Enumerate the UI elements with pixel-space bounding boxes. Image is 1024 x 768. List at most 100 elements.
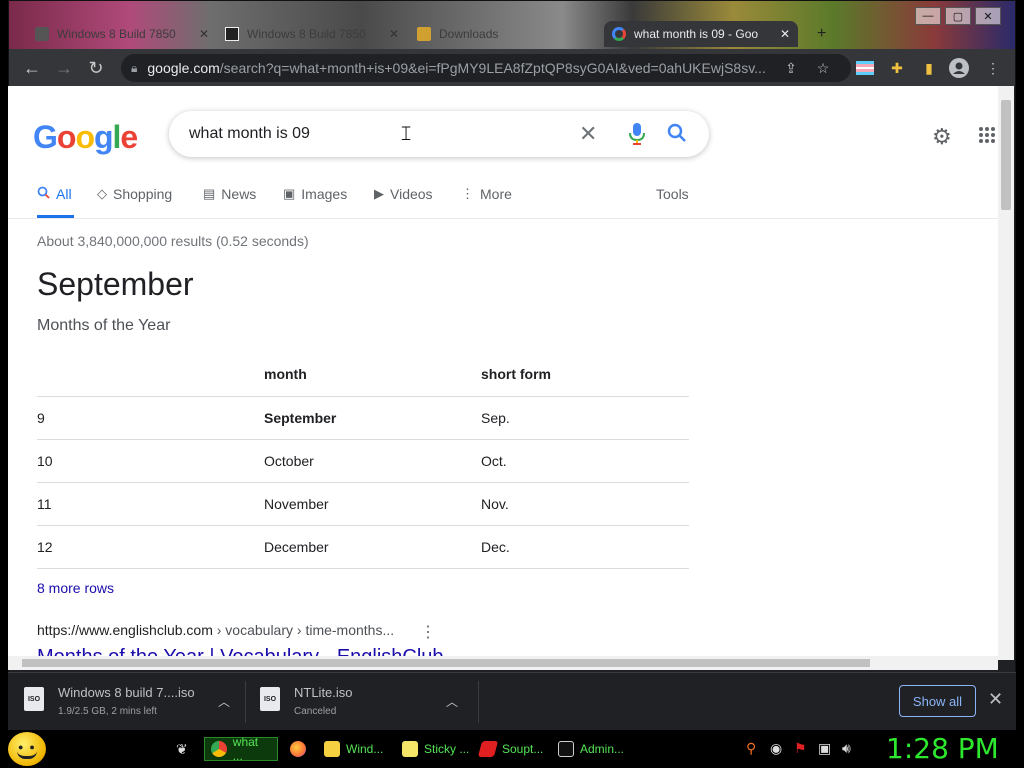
close-icon[interactable]: ✕ [988, 689, 1003, 710]
iso-file-icon: ISO [24, 687, 44, 711]
apps-grid-icon[interactable] [978, 126, 998, 146]
tab-images[interactable]: ▣ Images [283, 186, 347, 202]
image-icon: ▣ [283, 186, 296, 201]
tab-videos[interactable]: ▶︎ Videos [374, 186, 433, 202]
tab-google-search[interactable]: what month is 09 - Goo ✕ [604, 21, 798, 47]
network-icon[interactable]: ▣ [818, 740, 831, 757]
result-citation[interactable]: https://www.englishclub.com › vocabulary… [37, 622, 394, 638]
tab-more[interactable]: ⋮ More [461, 186, 512, 202]
volume-icon[interactable]: 🔊︎ [842, 740, 851, 757]
table-cell: Nov. [481, 481, 689, 525]
text-cursor-icon: 𝙸 [399, 123, 414, 145]
download-item[interactable]: ISO Windows 8 build 7....iso 1.9/2.5 GB,… [24, 681, 244, 721]
more-vert-icon[interactable]: ⋮ [420, 622, 436, 642]
logo-letter: o [75, 119, 95, 155]
table-header: short form [481, 365, 551, 382]
close-icon[interactable]: ✕ [780, 27, 790, 41]
chat-icon[interactable]: ◉ [770, 740, 782, 757]
vertical-scrollbar[interactable] [998, 86, 1014, 660]
divider [8, 218, 998, 219]
more-vert-icon: ⋮ [461, 186, 474, 201]
tab-news[interactable]: ▤ News [203, 186, 256, 202]
new-tab-button[interactable]: + [809, 21, 835, 47]
table-row: 11 November Nov. [37, 481, 689, 525]
taskbar-app-soupt[interactable]: Soupt... [477, 737, 543, 761]
table-cell: Oct. [481, 438, 689, 482]
profile-avatar-icon[interactable] [949, 58, 969, 78]
close-icon[interactable]: ✕ [199, 27, 209, 41]
puzzle-extension-icon[interactable]: ✚ [887, 58, 907, 78]
app-icon [477, 741, 499, 757]
action-center-flag-icon[interactable]: ⚑ [794, 740, 807, 757]
start-button-smiley-icon[interactable]: ●● [8, 732, 46, 766]
taskbar-app-sticky-notes[interactable]: Sticky ... [402, 737, 469, 761]
search-icon [37, 186, 50, 202]
tab-title: Windows 8 Build 7850 [57, 27, 176, 41]
download-item[interactable]: ISO NTLite.iso Canceled ︿ [260, 681, 475, 721]
more-rows-link[interactable]: 8 more rows [37, 580, 114, 596]
download-status: 1.9/2.5 GB, 2 mins left [58, 706, 157, 717]
search-input[interactable]: what month is 09 [189, 125, 310, 143]
minimize-button[interactable]: — [915, 7, 941, 25]
google-logo[interactable]: Google [33, 119, 138, 156]
scrollbar-thumb[interactable] [22, 659, 870, 667]
clock[interactable]: 1:28 PM [886, 732, 999, 765]
chevron-up-icon[interactable]: ︿ [446, 693, 458, 710]
maximize-button[interactable]: ▢ [945, 7, 971, 25]
table-cell: 9 [37, 395, 264, 439]
folder-icon [324, 741, 340, 757]
tag-icon: ◇ [97, 186, 107, 201]
search-box[interactable]: what month is 09 𝙸 ✕ [169, 111, 709, 157]
chrome-icon [211, 741, 227, 757]
chevron-up-icon[interactable]: ︿ [218, 693, 230, 710]
cite-url: https://www.englishclub.com [37, 622, 213, 638]
search-icon[interactable]: ⚲ [746, 740, 756, 757]
logo-letter: e [120, 119, 138, 155]
menu-kebab-icon[interactable]: ⋮ [983, 58, 1003, 78]
table-cell: September [264, 395, 481, 439]
answer-subtitle: Months of the Year [37, 317, 171, 334]
butterfly-icon[interactable]: ❦ [176, 737, 188, 761]
search-icon[interactable] [667, 123, 687, 148]
tab-title: Windows 8 Build 7850 [247, 27, 366, 41]
browser-toolbar: ← → ↻ 🔒︎ google.com/search?q=what+month+… [9, 49, 1015, 87]
tab-windows8-build-2[interactable]: Windows 8 Build 7850 ✕ [217, 21, 407, 47]
back-arrow-icon[interactable]: ← [21, 57, 43, 79]
share-icon[interactable]: ⇪ [781, 58, 801, 78]
taskbar-app-firefox[interactable] [290, 737, 312, 761]
tab-label: Images [301, 186, 348, 202]
horizontal-scrollbar[interactable] [8, 656, 998, 670]
address-bar[interactable]: 🔒︎ google.com/search?q=what+month+is+09&… [121, 54, 851, 82]
tools-button[interactable]: Tools [656, 186, 689, 202]
search-results-page: Google what month is 09 𝙸 ✕ ⚙ All ◇ Shopp… [8, 86, 998, 660]
star-icon[interactable]: ☆ [813, 58, 833, 78]
result-stats: About 3,840,000,000 results (0.52 second… [37, 233, 309, 249]
forward-arrow-icon[interactable]: → [53, 57, 75, 79]
taskbar-app-chrome[interactable]: what ... [204, 735, 278, 763]
tab-shopping[interactable]: ◇ Shopping [97, 186, 172, 202]
table-row: 9 September Sep. [37, 395, 689, 439]
close-icon[interactable]: ✕ [389, 27, 399, 41]
reload-icon[interactable]: ↻ [85, 57, 107, 79]
tab-label: Shopping [113, 186, 173, 202]
play-icon: ▶︎ [374, 186, 384, 201]
download-name: Windows 8 build 7....iso [58, 685, 195, 700]
show-all-button[interactable]: Show all [899, 685, 976, 717]
logo-letter: g [93, 119, 114, 155]
tab-downloads[interactable]: Downloads [409, 21, 599, 47]
clear-icon[interactable]: ✕ [579, 121, 597, 147]
taskbar-app-explorer[interactable]: Wind... [324, 737, 383, 761]
sidepanel-icon[interactable]: ▮ [919, 58, 939, 78]
close-window-button[interactable]: ✕ [975, 7, 1001, 25]
taskbar-app-admin-cmd[interactable]: Admin... [558, 737, 624, 761]
downloads-icon [417, 27, 431, 41]
scrollbar-thumb[interactable] [1001, 100, 1011, 210]
tab-windows8-build-1[interactable]: Windows 8 Build 7850 ✕ [27, 21, 217, 47]
smiley-mouth [17, 751, 37, 759]
tab-all[interactable]: All [37, 186, 72, 202]
flag-extension-icon[interactable] [855, 58, 875, 78]
gear-icon[interactable]: ⚙ [932, 124, 952, 150]
microphone-icon[interactable] [629, 123, 645, 150]
search-tabs: All ◇ Shopping ▤ News ▣ Images ▶︎ Videos ⋮ Mo… [37, 186, 697, 218]
sticky-note-icon [402, 741, 418, 757]
